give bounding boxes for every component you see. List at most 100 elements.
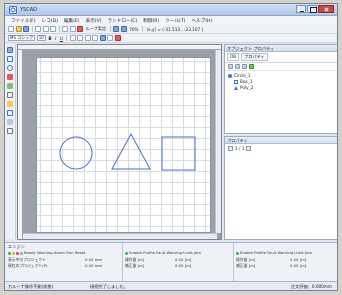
refresh-icon[interactable] bbox=[249, 64, 254, 69]
sort-icon[interactable] bbox=[228, 146, 233, 151]
circle-shape[interactable] bbox=[59, 136, 93, 170]
menu-tools[interactable]: ツール(T) bbox=[162, 18, 188, 24]
menu-landraw[interactable]: ランドロー(C) bbox=[105, 18, 141, 24]
toolbar-separator bbox=[109, 26, 111, 32]
open-folder-icon[interactable] bbox=[15, 26, 22, 32]
line-tool-icon[interactable] bbox=[7, 56, 13, 62]
triangle-shape[interactable] bbox=[111, 132, 151, 170]
bottom-row-1-value: 0.00 mm bbox=[85, 257, 102, 262]
bottom-divider bbox=[122, 243, 123, 283]
box-shape[interactable] bbox=[161, 136, 196, 171]
axis-header-1: Enable Profile Fault Warning Limit Jam bbox=[125, 250, 201, 255]
measure-tool-icon[interactable] bbox=[7, 110, 13, 116]
zoom-in-icon[interactable] bbox=[113, 26, 120, 32]
bottom-row-2: 現在のプロジェクト(P) bbox=[8, 263, 47, 269]
new-file-icon[interactable] bbox=[8, 26, 14, 32]
menu-help[interactable]: ヘルプ(H) bbox=[188, 18, 215, 24]
undo-icon[interactable] bbox=[62, 26, 68, 32]
run-icon[interactable] bbox=[77, 26, 83, 32]
fill-color-icon[interactable] bbox=[107, 35, 114, 41]
align-right-icon[interactable] bbox=[84, 35, 91, 41]
maximize-button[interactable] bbox=[307, 5, 317, 13]
paste-icon[interactable] bbox=[50, 26, 56, 32]
row-unit: [m] bbox=[299, 257, 307, 262]
text-tool-icon[interactable] bbox=[7, 101, 13, 107]
tab-ob[interactable]: OB bbox=[227, 53, 240, 61]
tree-item[interactable]: Poly_2 bbox=[228, 85, 334, 91]
move-up-icon[interactable] bbox=[242, 64, 247, 69]
menu-view[interactable]: 表示(V) bbox=[83, 18, 105, 24]
canvas-horizontal-scrollbar[interactable] bbox=[23, 233, 217, 239]
align-center-icon[interactable] bbox=[77, 35, 84, 41]
save-icon[interactable] bbox=[23, 26, 29, 32]
canvas-vertical-scrollbar[interactable] bbox=[215, 50, 221, 233]
row-unit: mm bbox=[94, 263, 103, 268]
menu-edit[interactable]: 編集(E) bbox=[61, 18, 83, 24]
copy-icon[interactable] bbox=[42, 26, 49, 32]
row-label: 操作量 [m] bbox=[236, 257, 256, 262]
property-panel-toolbar: 1 / 1 bbox=[225, 144, 337, 153]
status-led-icon bbox=[236, 251, 239, 255]
line-color-icon[interactable] bbox=[99, 35, 106, 41]
drawing-sheet[interactable] bbox=[36, 57, 211, 233]
redo-icon[interactable] bbox=[69, 26, 76, 32]
text-color-icon[interactable] bbox=[114, 35, 121, 41]
align-left-icon[interactable] bbox=[69, 35, 76, 41]
main-toolbar: ループ実定 70% (x,y) = (-31.513 , -23.107 ) bbox=[5, 25, 337, 34]
toolbar-separator bbox=[58, 26, 60, 32]
snap-label[interactable]: ループ実定 bbox=[85, 26, 108, 32]
drawing-canvas-area bbox=[17, 44, 222, 240]
add-object-icon[interactable] bbox=[228, 64, 233, 69]
remove-object-icon[interactable] bbox=[235, 64, 240, 69]
row-label: 操作量 [m] bbox=[125, 257, 145, 262]
zoom-out-icon[interactable] bbox=[120, 26, 127, 32]
status-led-icon bbox=[8, 251, 11, 255]
underline-button[interactable]: U bbox=[59, 36, 64, 41]
vertical-ruler bbox=[18, 50, 23, 239]
zoom-level[interactable]: 70% bbox=[128, 27, 139, 32]
circle-tool-icon[interactable] bbox=[7, 65, 13, 71]
status-led-icon bbox=[12, 251, 15, 255]
font-size-select[interactable]: 10 bbox=[36, 35, 46, 41]
object-panel-toolbar bbox=[225, 63, 337, 71]
object-tree: Circle_1 Box_1 Poly_2 bbox=[225, 71, 337, 93]
close-button[interactable] bbox=[318, 5, 334, 13]
row-label: 現在のプロジェクト(P) bbox=[8, 263, 48, 268]
row-value: 0.00 bbox=[290, 263, 299, 268]
axis-header-text: Enable Profile Fault Warning Limit Jam bbox=[240, 250, 313, 255]
property-panel-title: プロパティ bbox=[225, 137, 337, 144]
bold-button[interactable]: B bbox=[47, 36, 52, 41]
window-controls bbox=[296, 5, 334, 15]
polygon-tool-icon[interactable] bbox=[7, 83, 13, 89]
axis-header-2: Enable Profile Fault Warning Limit Jam bbox=[236, 250, 312, 255]
app-icon bbox=[9, 6, 17, 14]
minimize-button[interactable] bbox=[296, 5, 306, 13]
object-panel-title: オブジェクト プロパティ bbox=[225, 45, 337, 52]
axis1-row-1-value: 0.00 [m] bbox=[175, 257, 191, 262]
menu-record[interactable]: レコ(D) bbox=[39, 18, 61, 24]
menu-file[interactable]: ファイル(F) bbox=[8, 18, 39, 24]
menu-control[interactable]: 制御(R) bbox=[140, 18, 162, 24]
app-window: YSCAD ファイル(F) レコ(D) 編集(E) 表示(V) ランドロー(C)… bbox=[4, 3, 338, 291]
row-unit: mm bbox=[94, 257, 103, 262]
row-label: 補正量 [m] bbox=[125, 263, 145, 268]
window-title: YSCAD bbox=[20, 7, 37, 13]
rect-tool-icon[interactable] bbox=[7, 74, 13, 80]
move-tool-icon[interactable] bbox=[7, 119, 13, 125]
rotate-tool-icon[interactable] bbox=[7, 128, 13, 134]
axis1-row-2-value: 0.00 [m] bbox=[175, 263, 191, 268]
next-page-icon[interactable] bbox=[246, 146, 252, 151]
italic-button[interactable]: I bbox=[54, 36, 57, 41]
select-tool-icon[interactable] bbox=[7, 47, 13, 53]
tab-properties[interactable]: プロパティ bbox=[241, 53, 268, 61]
cut-icon[interactable] bbox=[35, 26, 41, 32]
status-bar: カルーナ操作不能(状態) 接続完了しました。 注文評価：0.000mm bbox=[5, 281, 337, 290]
axis2-row-2-value: 0.00 [m] bbox=[290, 263, 306, 268]
font-select[interactable]: MS ゴシック bbox=[8, 35, 36, 41]
line-style-icon[interactable] bbox=[92, 35, 99, 41]
toolbar-separator bbox=[142, 26, 143, 32]
toolbar-separator bbox=[66, 35, 68, 41]
title-bar: YSCAD bbox=[5, 4, 337, 16]
axis2-row-2: 補正量 [m] bbox=[236, 263, 255, 269]
arc-tool-icon[interactable] bbox=[7, 92, 13, 98]
